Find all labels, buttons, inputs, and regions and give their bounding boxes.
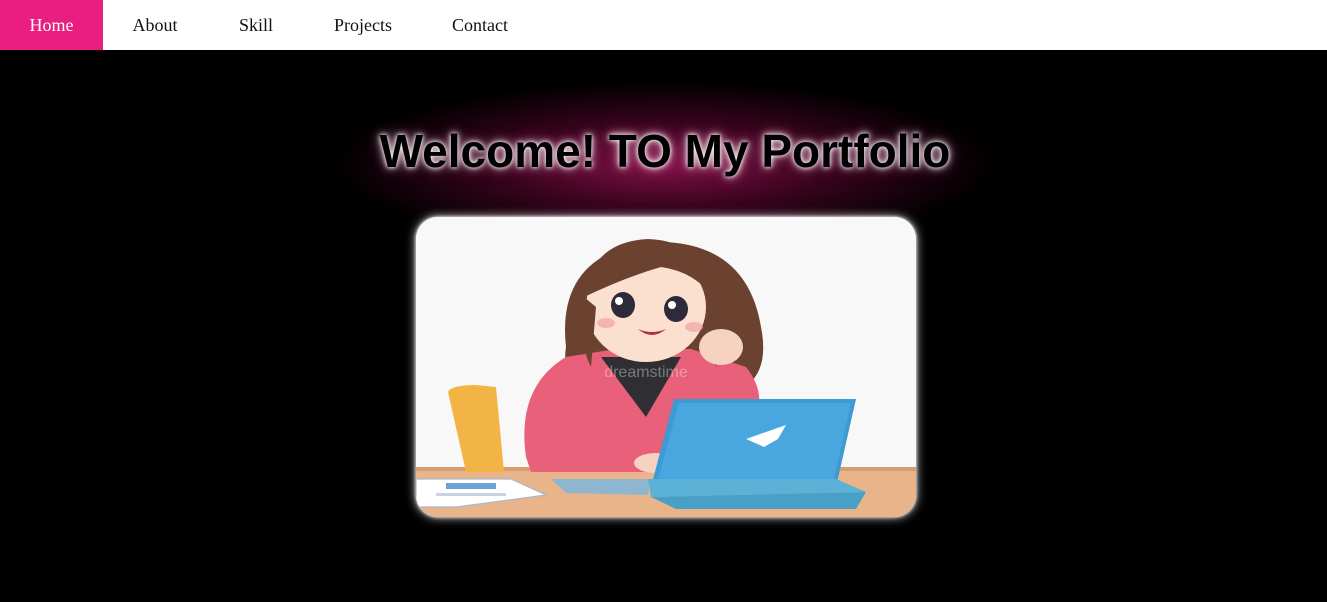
hero-illustration: dreamstime — [416, 217, 916, 517]
nav-about-link[interactable]: About — [103, 0, 207, 50]
hero-title: Welcome! TO My Portfolio — [379, 125, 951, 177]
nav-projects-link[interactable]: Projects — [305, 0, 421, 50]
hero-section: Welcome! TO My Portfolio dreamstime — [0, 50, 1327, 602]
nav-home-link[interactable]: Home — [0, 0, 103, 50]
nav-contact-link[interactable]: Contact — [421, 0, 539, 50]
top-navbar: Home About Skill Projects Contact — [0, 0, 1327, 50]
nav-skill-link[interactable]: Skill — [207, 0, 305, 50]
image-watermark: dreamstime — [604, 364, 688, 381]
